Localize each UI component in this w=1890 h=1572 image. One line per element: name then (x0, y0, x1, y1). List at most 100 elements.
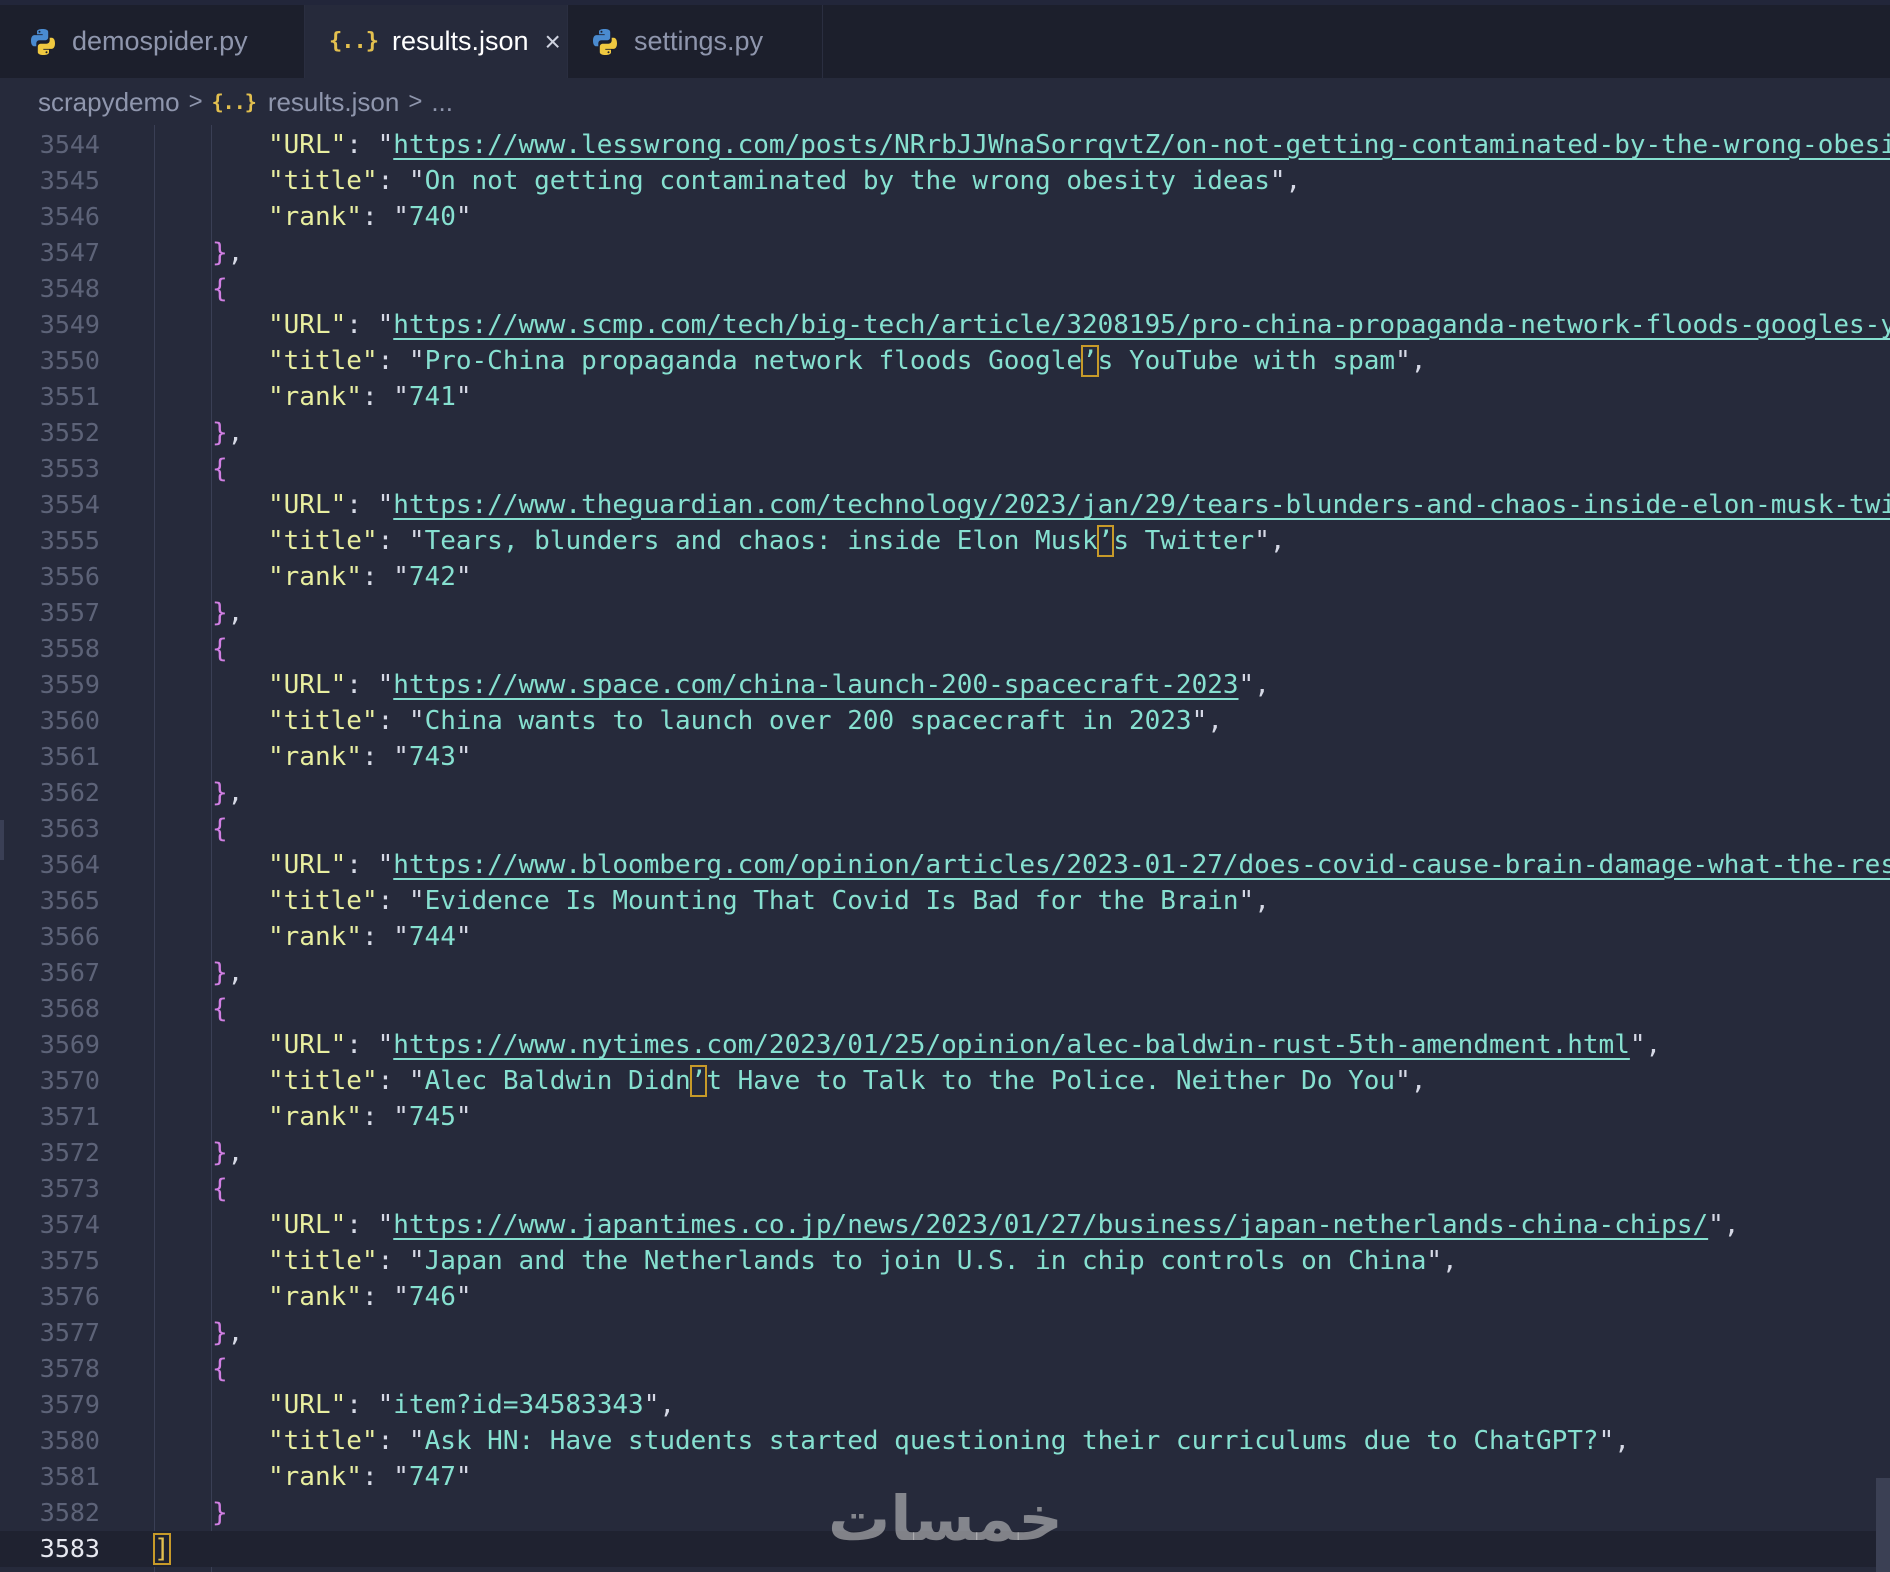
url-link[interactable]: https://www.scmp.com/tech/big-tech/artic… (393, 310, 1890, 340)
code-line[interactable]: 3559 "URL": "https://www.space.com/china-… (0, 667, 1890, 703)
code-line[interactable]: 3544 "URL": "https://www.lesswrong.com/po… (0, 127, 1890, 163)
json-key: rank (283, 382, 347, 412)
json-string-value: Tears, blunders and chaos: inside Elon M… (424, 525, 1255, 557)
line-number: 3560 (39, 706, 100, 735)
code-text: }, (212, 418, 244, 448)
code-line[interactable]: 3554 "URL": "https://www.theguardian.com/… (0, 487, 1890, 523)
url-link[interactable]: https://www.lesswrong.com/posts/NRrbJJWn… (393, 130, 1890, 160)
json-string-value: 744 (408, 922, 456, 952)
code-line[interactable]: 3551 "rank": "741" (0, 379, 1890, 415)
watermark-logo: خمسات (828, 1482, 1063, 1555)
json-key: URL (283, 130, 331, 160)
code-line[interactable]: 3545 "title": "On not getting contaminate… (0, 163, 1890, 199)
closing-bracket: ] (153, 1533, 171, 1565)
unicode-highlight: ’ (689, 1065, 708, 1097)
code-line[interactable]: 3558 { (0, 631, 1890, 667)
code-line[interactable]: 3573 { (0, 1171, 1890, 1207)
json-key: URL (283, 670, 331, 700)
tab-settings[interactable]: settings.py (568, 5, 823, 78)
code-text: "rank": "746" (268, 1282, 472, 1312)
brace: { (212, 1354, 228, 1384)
scrollbar-thumb[interactable] (1876, 1478, 1890, 1572)
code-line[interactable]: 3568 { (0, 991, 1890, 1027)
json-icon: {..} (211, 90, 257, 114)
url-link[interactable]: https://www.nytimes.com/2023/01/25/opini… (393, 1030, 1630, 1060)
url-link[interactable]: https://www.japantimes.co.jp/news/2023/0… (393, 1210, 1708, 1240)
code-line[interactable]: 3546 "rank": "740" (0, 199, 1890, 235)
line-number: 3561 (39, 742, 100, 771)
json-key: rank (283, 562, 347, 592)
line-number: 3566 (39, 922, 100, 951)
brace: } (212, 598, 228, 628)
code-line[interactable]: 3549 "URL": "https://www.scmp.com/tech/bi… (0, 307, 1890, 343)
code-line[interactable]: 3555 "title": "Tears, blunders and chaos:… (0, 523, 1890, 559)
code-text: "title": "On not getting contaminated by… (268, 166, 1302, 196)
code-line[interactable]: 3552}, (0, 415, 1890, 451)
code-text: "URL": "https://www.bloomberg.com/opinio… (268, 847, 1890, 883)
json-key: URL (283, 1210, 331, 1240)
python-icon (28, 27, 58, 57)
code-text: { (212, 811, 228, 847)
json-string-value: 747 (408, 1462, 456, 1492)
code-editor[interactable]: 3544 "URL": "https://www.lesswrong.com/po… (0, 125, 1890, 1572)
code-text: "title": "Tears, blunders and chaos: ins… (268, 525, 1286, 557)
code-text: "rank": "747" (268, 1462, 472, 1492)
code-line[interactable]: 3577}, (0, 1315, 1890, 1351)
tab-bar: demospider.py {..} results.json × settin… (0, 0, 1890, 78)
code-line[interactable]: 3578 { (0, 1351, 1890, 1387)
code-text: { (212, 1351, 228, 1387)
breadcrumb-file[interactable]: results.json (268, 87, 400, 118)
code-line[interactable]: 3548 { (0, 271, 1890, 307)
json-key: title (283, 166, 362, 196)
code-line[interactable]: 3557}, (0, 595, 1890, 631)
code-line[interactable]: 3579 "URL": "item?id=34583343", (0, 1387, 1890, 1423)
code-line[interactable]: 3562}, (0, 775, 1890, 811)
code-line[interactable]: 3556 "rank": "742" (0, 559, 1890, 595)
json-string-value: item?id=34583343 (393, 1390, 644, 1420)
code-line[interactable]: 3574 "URL": "https://www.japantimes.co.jp… (0, 1207, 1890, 1243)
line-number: 3547 (39, 238, 100, 267)
code-text: } (212, 1495, 228, 1531)
code-text: }, (212, 958, 244, 988)
code-line[interactable]: 3564 "URL": "https://www.bloomberg.com/op… (0, 847, 1890, 883)
code-line[interactable]: 3580 "title": "Ask HN: Have students star… (0, 1423, 1890, 1459)
breadcrumb-tail[interactable]: ... (431, 87, 453, 118)
tab-results-json[interactable]: {..} results.json × (305, 5, 568, 78)
code-text: }, (212, 1138, 244, 1168)
line-number: 3548 (39, 274, 100, 303)
code-text: "URL": "https://www.theguardian.com/tech… (268, 487, 1890, 523)
json-key: URL (283, 850, 331, 880)
code-line[interactable]: 3567}, (0, 955, 1890, 991)
json-key: URL (283, 490, 331, 520)
tab-demospider[interactable]: demospider.py (0, 5, 305, 78)
line-number: 3581 (39, 1462, 100, 1491)
code-line[interactable]: 3561 "rank": "743" (0, 739, 1890, 775)
json-key: rank (283, 922, 347, 952)
tab-label: settings.py (634, 26, 764, 56)
code-line[interactable]: 3565 "title": "Evidence Is Mounting That … (0, 883, 1890, 919)
code-line[interactable]: 3569 "URL": "https://www.nytimes.com/2023… (0, 1027, 1890, 1063)
code-line[interactable]: 3563 { (0, 811, 1890, 847)
code-text: "rank": "744" (268, 922, 472, 952)
code-line[interactable]: 3547}, (0, 235, 1890, 271)
code-line[interactable]: 3570 "title": "Alec Baldwin Didn’t Have t… (0, 1063, 1890, 1099)
code-text: ] (153, 1531, 171, 1567)
brace: } (212, 1138, 228, 1168)
url-link[interactable]: https://www.bloomberg.com/opinion/articl… (393, 850, 1890, 880)
code-line[interactable]: 3571 "rank": "745" (0, 1099, 1890, 1135)
code-text: }, (212, 1318, 244, 1348)
breadcrumb-folder[interactable]: scrapydemo (38, 87, 180, 118)
url-link[interactable]: https://www.space.com/china-launch-200-s… (393, 670, 1238, 700)
line-number: 3553 (39, 454, 100, 483)
code-line[interactable]: 3560 "title": "China wants to launch over… (0, 703, 1890, 739)
code-line[interactable]: 3572}, (0, 1135, 1890, 1171)
code-line[interactable]: 3575 "title": "Japan and the Netherlands … (0, 1243, 1890, 1279)
code-line[interactable]: 3553 { (0, 451, 1890, 487)
code-line[interactable]: 3566 "rank": "744" (0, 919, 1890, 955)
close-icon[interactable]: × (545, 26, 561, 58)
brace: { (212, 1174, 228, 1204)
url-link[interactable]: https://www.theguardian.com/technology/2… (393, 490, 1890, 520)
brace: } (212, 418, 228, 448)
code-line[interactable]: 3576 "rank": "746" (0, 1279, 1890, 1315)
code-line[interactable]: 3550 "title": "Pro-China propaganda netwo… (0, 343, 1890, 379)
